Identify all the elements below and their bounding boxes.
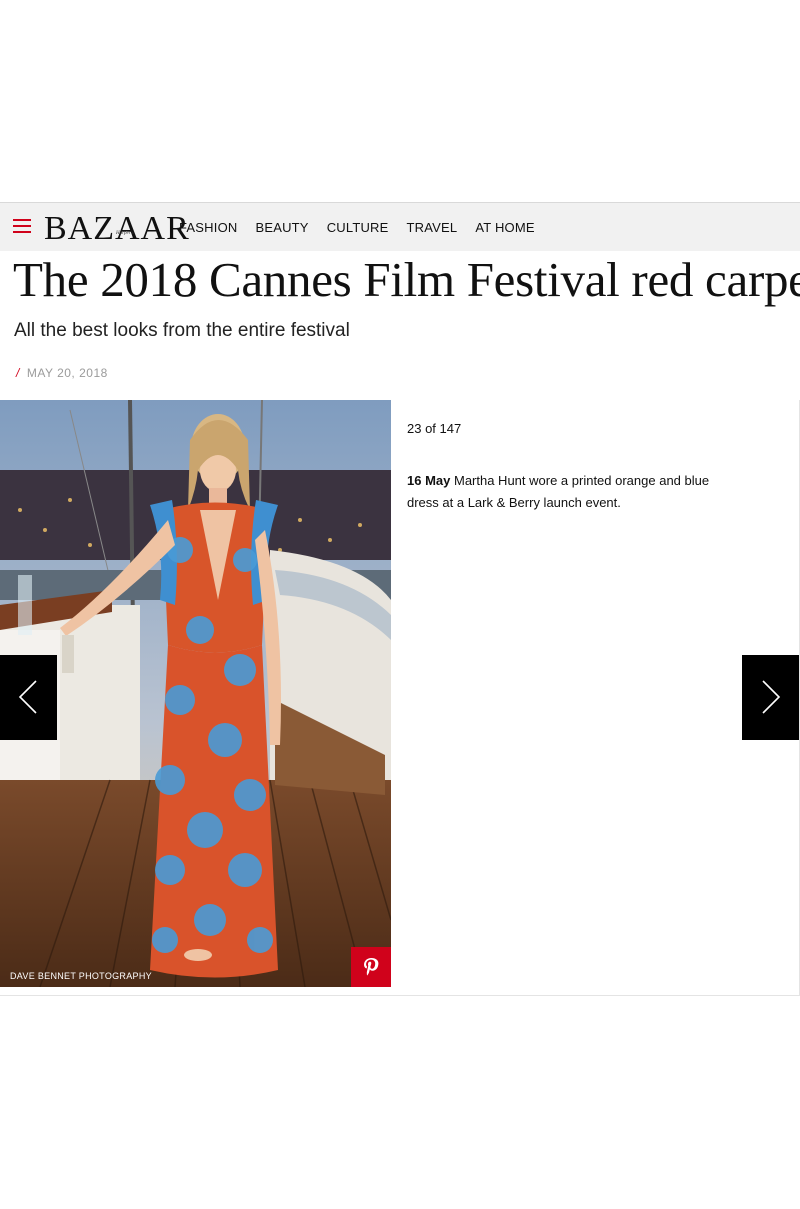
- article-subtitle: All the best looks from the entire festi…: [14, 320, 350, 341]
- main-nav: FASHION BEAUTY CULTURE TRAVEL AT HOME: [179, 203, 553, 252]
- image-gallery: DAVE BENNET PHOTOGRAPHY 23 of 147 16 May…: [0, 400, 800, 996]
- nav-item-beauty[interactable]: BEAUTY: [255, 220, 308, 235]
- article-dateline: / MAY 20, 2018: [16, 366, 108, 380]
- nav-item-fashion[interactable]: FASHION: [179, 220, 237, 235]
- nav-item-travel[interactable]: TRAVEL: [407, 220, 458, 235]
- photo-credit: DAVE BENNET PHOTOGRAPHY: [10, 971, 152, 981]
- hamburger-menu-icon[interactable]: [13, 219, 31, 233]
- previous-slide-button[interactable]: [0, 655, 57, 740]
- nav-item-culture[interactable]: CULTURE: [327, 220, 389, 235]
- next-slide-button[interactable]: [742, 655, 799, 740]
- logo-small-text: Harper's: [116, 231, 134, 236]
- chevron-right-icon: [762, 680, 781, 714]
- chevron-left-icon: [18, 680, 37, 714]
- slide-counter: 23 of 147: [407, 421, 462, 436]
- slide-caption: 16 May Martha Hunt wore a printed orange…: [407, 470, 717, 514]
- caption-text: Martha Hunt wore a printed orange and bl…: [407, 473, 710, 510]
- nav-item-at-home[interactable]: AT HOME: [475, 220, 534, 235]
- top-navigation-bar: Harper's BAZAAR FASHION BEAUTY CULTURE T…: [0, 202, 800, 251]
- caption-date: 16 May: [407, 473, 451, 488]
- gallery-photo[interactable]: DAVE BENNET PHOTOGRAPHY: [0, 400, 391, 987]
- article-date: MAY 20, 2018: [26, 366, 108, 380]
- photo-illustration: [0, 400, 391, 987]
- pinterest-icon: [364, 958, 379, 976]
- date-separator: /: [16, 366, 20, 380]
- pinterest-button[interactable]: [351, 947, 391, 987]
- article-title: The 2018 Cannes Film Festival red carpet: [13, 252, 800, 307]
- site-logo[interactable]: Harper's BAZAAR: [44, 209, 190, 249]
